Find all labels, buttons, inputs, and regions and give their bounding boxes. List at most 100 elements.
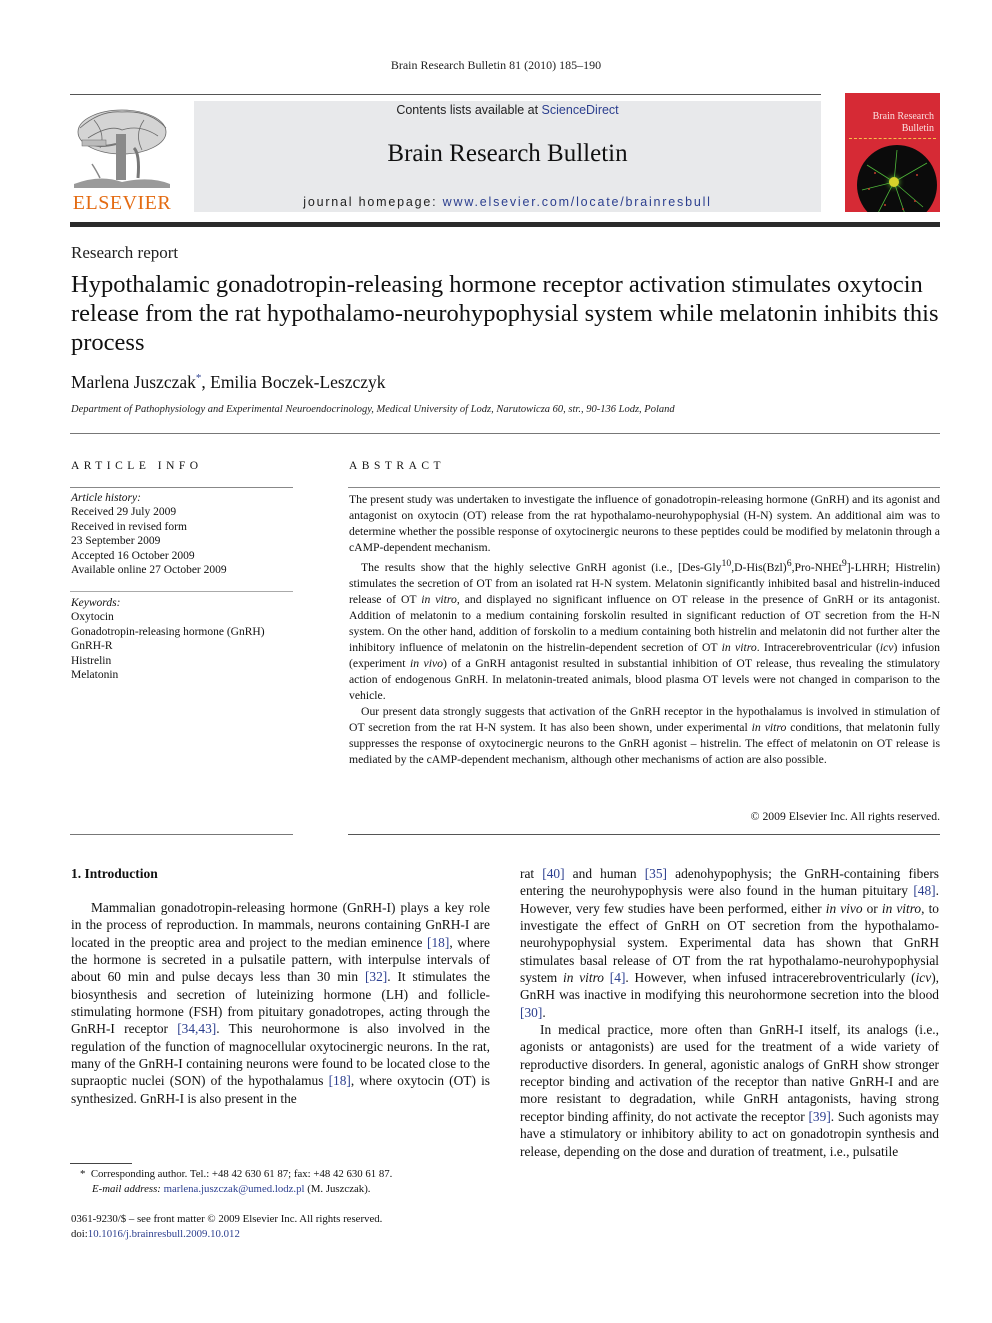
abstract-paragraph-3: Our present data strongly suggests that … bbox=[349, 704, 940, 768]
citation-link[interactable]: [39] bbox=[808, 1109, 830, 1124]
top-divider bbox=[70, 94, 821, 95]
citation-link[interactable]: [18] bbox=[427, 935, 449, 950]
abstract-copyright: © 2009 Elsevier Inc. All rights reserved… bbox=[750, 810, 940, 823]
history-item: Received in revised form bbox=[71, 520, 187, 533]
citation-link[interactable]: [35] bbox=[645, 866, 667, 881]
neuron-soma bbox=[889, 177, 899, 187]
author-1[interactable]: Marlena Juszczak bbox=[71, 372, 196, 392]
intro-paragraph-1: Mammalian gonadotropin-releasing hormone… bbox=[71, 899, 490, 1107]
keywords-label: Keywords: bbox=[71, 597, 121, 609]
doi-prefix: doi: bbox=[71, 1227, 88, 1240]
contents-line: Contents lists available at ScienceDirec… bbox=[194, 103, 821, 117]
italic-term: in vivo bbox=[409, 656, 443, 670]
journal-cover-thumbnail[interactable]: Brain Research Bulletin bbox=[845, 93, 940, 212]
front-matter-info: 0361-9230/$ – see front matter © 2009 El… bbox=[71, 1212, 382, 1241]
italic-term: in vitro bbox=[751, 720, 787, 734]
elsevier-tree-icon bbox=[74, 109, 170, 188]
footnote-line-1: * Corresponding author. Tel.: +48 42 630… bbox=[80, 1167, 392, 1182]
cover-title: Brain Research Bulletin bbox=[873, 111, 934, 135]
italic-term: in vitro bbox=[563, 970, 604, 986]
text: The results show that the highly selecti… bbox=[361, 560, 722, 574]
text: rat bbox=[520, 866, 543, 881]
journal-homepage-line: journal homepage: www.elsevier.com/locat… bbox=[194, 195, 821, 209]
intro-paragraph-2: In medical practice, more often than GnR… bbox=[520, 1021, 939, 1160]
text: . However, when infused intracerebrovent… bbox=[625, 970, 916, 986]
text: ,D-His(Bzl) bbox=[731, 560, 787, 574]
footnote-mark: * bbox=[80, 1168, 86, 1180]
citation-link[interactable]: [32] bbox=[365, 969, 387, 984]
affiliation: Department of Pathophysiology and Experi… bbox=[71, 404, 675, 415]
history-item: Received 29 July 2009 bbox=[71, 506, 177, 519]
homepage-prefix: journal homepage: bbox=[303, 195, 443, 209]
footnote-divider bbox=[70, 1163, 132, 1164]
history-item: 23 September 2009 bbox=[71, 535, 161, 548]
sciencedirect-link[interactable]: ScienceDirect bbox=[542, 103, 619, 117]
issn-line: 0361-9230/$ – see front matter © 2009 El… bbox=[71, 1213, 383, 1225]
article-info-bottom-divider bbox=[70, 834, 293, 835]
author-2[interactable]: Emilia Boczek-Leszczyk bbox=[210, 372, 385, 392]
body-column-right: rat [40] and human [35] adenohypophysis;… bbox=[520, 865, 939, 1160]
cover-title-line1: Brain Research bbox=[872, 111, 934, 122]
history-item: Accepted 16 October 2009 bbox=[71, 549, 195, 562]
journal-name: Brain Research Bulletin bbox=[387, 140, 628, 167]
keyword: Gonadotropin-releasing hormone (GnRH) bbox=[71, 625, 265, 638]
italic-term: icv bbox=[915, 970, 932, 986]
keyword: Oxytocin bbox=[71, 611, 114, 624]
italic-term: icv bbox=[879, 640, 894, 654]
citation-link[interactable]: [18] bbox=[329, 1073, 351, 1088]
abstract-paragraph-1: The present study was undertaken to inve… bbox=[349, 493, 940, 554]
email-link[interactable]: marlena.juszczak@umed.lodz.pl bbox=[164, 1183, 305, 1195]
cover-dotted-line bbox=[849, 138, 936, 139]
article-type: Research report bbox=[71, 243, 179, 262]
article-info-heading: ARTICLE INFO bbox=[71, 460, 203, 472]
abstract-heading: ABSTRACT bbox=[349, 460, 446, 472]
keyword: Histrelin bbox=[71, 654, 112, 667]
text: . bbox=[542, 1004, 546, 1020]
cover-title-line2: Bulletin bbox=[901, 123, 934, 134]
citation-link[interactable]: [40] bbox=[542, 866, 564, 881]
body-column-left: Mammalian gonadotropin-releasing hormone… bbox=[71, 899, 490, 1107]
citation-link[interactable]: [4] bbox=[610, 970, 626, 985]
abstract-divider bbox=[348, 487, 940, 488]
masthead-thick-divider bbox=[70, 222, 940, 227]
superscript: 10 bbox=[721, 558, 732, 569]
text: . Intracerebroventricular ( bbox=[756, 640, 880, 654]
email-suffix: (M. Juszczak). bbox=[304, 1182, 371, 1195]
footnote-contact: Corresponding author. Tel.: +48 42 630 6… bbox=[90, 1168, 393, 1180]
italic-term: in vivo bbox=[825, 900, 863, 916]
text: and human bbox=[564, 866, 645, 881]
citation-link[interactable]: [30] bbox=[520, 1005, 542, 1020]
contents-prefix: Contents lists available at bbox=[396, 103, 542, 117]
abstract-bottom-divider bbox=[348, 834, 940, 835]
running-header: Brain Research Bulletin 81 (2010) 185–19… bbox=[390, 58, 602, 72]
keywords: Keywords: Oxytocin Gonadotropin-releasin… bbox=[71, 596, 265, 682]
keyword: Melatonin bbox=[71, 669, 119, 682]
keywords-divider bbox=[70, 591, 293, 592]
doi-link[interactable]: 10.1016/j.brainresbull.2009.10.012 bbox=[88, 1228, 240, 1240]
keyword: GnRH-R bbox=[71, 640, 113, 653]
history-item: Available online 27 October 2009 bbox=[71, 564, 227, 577]
article-title: Hypothalamic gonadotropin-releasing horm… bbox=[71, 271, 939, 356]
history-label: Article history: bbox=[71, 492, 141, 504]
corresponding-author-footnote: * Corresponding author. Tel.: +48 42 630… bbox=[80, 1167, 392, 1196]
affiliation-divider bbox=[70, 433, 940, 434]
elsevier-wordmark: ELSEVIER bbox=[72, 192, 172, 214]
abstract-paragraph-2: The results show that the highly selecti… bbox=[349, 556, 940, 704]
author-list: Marlena Juszczak*, Emilia Boczek-Leszczy… bbox=[71, 372, 386, 393]
text: ,Pro-NHEt bbox=[791, 560, 842, 574]
italic-term: in vitro bbox=[721, 640, 757, 654]
italic-term: in vitro bbox=[421, 592, 457, 606]
email-label: E-mail address: bbox=[92, 1182, 164, 1195]
cover-neuron-image bbox=[857, 145, 937, 212]
doi-line: doi:10.1016/j.brainresbull.2009.10.012 bbox=[71, 1227, 382, 1242]
author-separator: , bbox=[201, 372, 211, 392]
text: or bbox=[862, 900, 882, 916]
article-history: Article history: Received 29 July 2009 R… bbox=[71, 491, 227, 577]
elsevier-logo[interactable]: ELSEVIER bbox=[70, 104, 174, 216]
journal-homepage-link[interactable]: www.elsevier.com/locate/brainresbull bbox=[443, 195, 712, 209]
citation-link[interactable]: [34,43] bbox=[177, 1021, 216, 1036]
citation-link[interactable]: [48] bbox=[913, 883, 935, 898]
abstract-body: The present study was undertaken to inve… bbox=[349, 492, 940, 768]
footnote-line-2: E-mail address: marlena.juszczak@umed.lo… bbox=[80, 1182, 392, 1197]
italic-term: in vitro bbox=[881, 900, 922, 916]
